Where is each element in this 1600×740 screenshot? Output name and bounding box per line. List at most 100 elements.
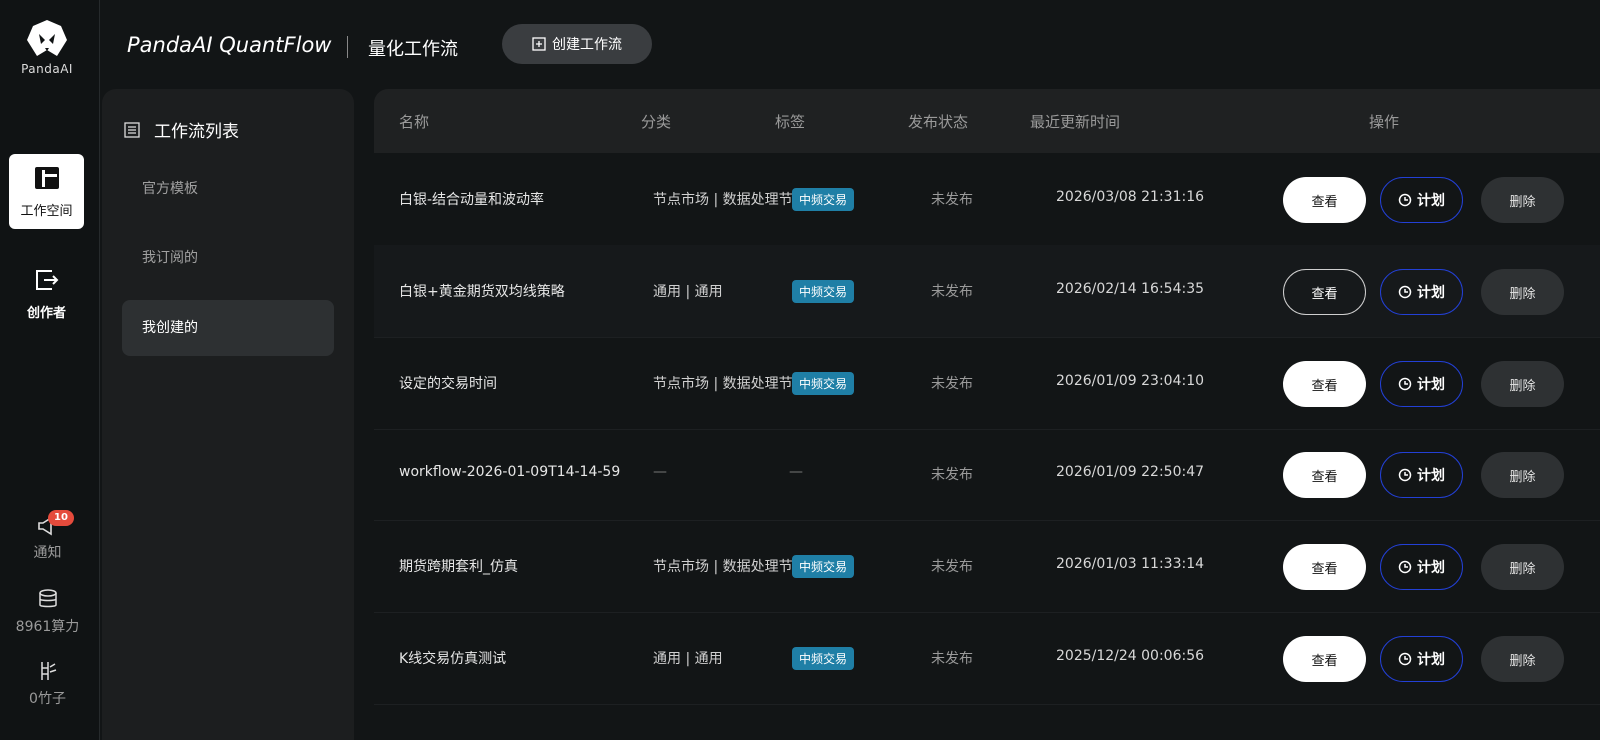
list-icon: [124, 121, 140, 138]
bamboo-balance[interactable]: 0竹子: [0, 660, 95, 708]
delete-label: 删除: [1509, 469, 1536, 485]
delete-button[interactable]: 删除: [1481, 544, 1564, 590]
layout-icon: [34, 167, 59, 189]
plan-label: 计划: [1417, 560, 1445, 576]
row-tag-badge: 中频交易: [792, 555, 855, 578]
rail-item-workspace[interactable]: 工作空间: [9, 154, 84, 229]
col-updated: 最近更新时间: [1030, 113, 1121, 131]
view-button[interactable]: 查看: [1283, 452, 1366, 498]
table-row[interactable]: 期货跨期套利_仿真 节点市场 | 数据处理节点 中频交易 未发布 2026/01/03 …: [374, 520, 1600, 613]
row-category: 节点市场 | 数据处理节点: [653, 559, 793, 575]
plus-square-icon: [532, 37, 546, 51]
clock-icon: [1398, 285, 1412, 299]
col-tag: 标签: [775, 113, 806, 131]
row-category: 节点市场 | 数据处理节点: [653, 192, 793, 208]
subnav-item-official-templates[interactable]: 官方模板: [122, 161, 334, 217]
compute-label: 8961算力: [15, 619, 80, 635]
row-tag-badge: 中频交易: [792, 372, 855, 395]
table-row[interactable]: 白银-结合动量和波动率 节点市场 | 数据处理节点 中频交易 未发布 2026/03/0…: [374, 153, 1600, 246]
delete-button[interactable]: 删除: [1481, 177, 1564, 223]
workflow-table: 名称 分类 标签 发布状态 最近更新时间 操作 白银-结合动量和波动率节点市场 …: [374, 89, 1600, 740]
plan-label: 计划: [1417, 285, 1445, 301]
delete-label: 删除: [1509, 286, 1536, 302]
row-tag-badge: 中频交易: [792, 647, 855, 670]
row-status: 未发布: [931, 284, 973, 300]
delete-button[interactable]: 删除: [1481, 452, 1564, 498]
subnav-title: 工作流列表: [124, 117, 239, 142]
rail-label-creator: 创作者: [26, 306, 66, 321]
row-name[interactable]: 白银+黄金期货双均线策略: [399, 281, 565, 301]
col-status: 发布状态: [908, 113, 969, 131]
row-updated: 2026/01/09 23:04:10: [1056, 373, 1205, 389]
notification-button[interactable]: 10 通知: [0, 510, 95, 562]
compute-balance[interactable]: 8961算力: [0, 588, 95, 636]
table-header: 名称 分类 标签 发布状态 最近更新时间 操作: [374, 89, 1600, 153]
page-title: 量化工作流: [368, 39, 458, 60]
notification-badge: 10: [48, 510, 74, 526]
header-divider: [347, 36, 348, 58]
delete-label: 删除: [1509, 653, 1536, 669]
col-category: 分类: [641, 113, 672, 131]
view-button[interactable]: 查看: [1283, 544, 1366, 590]
row-status: 未发布: [931, 467, 973, 483]
clock-icon: [1398, 560, 1412, 574]
table-row[interactable]: 设定的交易时间 节点市场 | 数据处理节点 中频交易 未发布 2026/01/09 23…: [374, 337, 1600, 430]
bamboo-label: 0竹子: [29, 691, 66, 707]
row-name[interactable]: 期货跨期套利_仿真: [399, 556, 518, 576]
plan-button[interactable]: 计划: [1380, 544, 1463, 590]
row-name[interactable]: workflow-2026-01-09T14-14-59: [399, 464, 620, 480]
left-rail: PandaAI 工作空间 创作者 10 通知 8961算力 0竹子: [0, 0, 100, 740]
delete-label: 删除: [1509, 561, 1536, 577]
row-status: 未发布: [931, 192, 973, 208]
view-label: 查看: [1311, 469, 1338, 485]
row-category: 节点市场 | 数据处理节点: [653, 376, 793, 392]
row-updated: 2026/02/14 16:54:35: [1056, 281, 1205, 297]
view-button[interactable]: 查看: [1283, 361, 1366, 407]
row-status: 未发布: [931, 559, 973, 575]
plan-button[interactable]: 计划: [1380, 452, 1463, 498]
table-row[interactable]: K线交易仿真测试 通用 | 通用 中频交易 未发布 2025/12/24 00:06:5…: [374, 612, 1600, 705]
clock-icon: [1398, 377, 1412, 391]
delete-label: 删除: [1509, 194, 1536, 210]
create-workflow-button[interactable]: 创建工作流: [502, 24, 652, 64]
delete-button[interactable]: 删除: [1481, 636, 1564, 682]
rail-item-creator[interactable]: 创作者: [9, 256, 84, 321]
logo-text: PandaAI: [21, 62, 73, 76]
bamboo-icon: [40, 662, 56, 680]
view-label: 查看: [1311, 286, 1338, 302]
row-tag: —: [789, 464, 803, 480]
plan-button[interactable]: 计划: [1380, 269, 1463, 315]
delete-label: 删除: [1509, 378, 1536, 394]
table-row[interactable]: 白银+黄金期货双均线策略 通用 | 通用 中频交易 未发布 2026/02/14 16:…: [374, 245, 1600, 338]
row-name[interactable]: 设定的交易时间: [399, 373, 497, 393]
plan-label: 计划: [1417, 652, 1445, 668]
row-updated: 2025/12/24 00:06:56: [1056, 648, 1205, 664]
table-row[interactable]: workflow-2026-01-09T14-14-59 — — 未发布 2026/01…: [374, 428, 1600, 521]
plan-label: 计划: [1417, 377, 1445, 393]
view-label: 查看: [1311, 378, 1338, 394]
row-updated: 2026/01/09 22:50:47: [1056, 464, 1205, 480]
workflow-list-nav: 工作流列表 官方模板 我订阅的 我创建的: [102, 89, 354, 740]
row-name[interactable]: 白银-结合动量和波动率: [399, 189, 544, 209]
logo[interactable]: PandaAI: [21, 18, 72, 76]
view-label: 查看: [1311, 561, 1338, 577]
subnav-item-created[interactable]: 我创建的: [122, 300, 334, 356]
view-label: 查看: [1311, 194, 1338, 210]
rail-label-workspace: 工作空间: [20, 204, 73, 219]
delete-button[interactable]: 删除: [1481, 361, 1564, 407]
subnav-item-subscribed[interactable]: 我订阅的: [122, 230, 334, 286]
row-name[interactable]: K线交易仿真测试: [399, 648, 506, 668]
view-button[interactable]: 查看: [1283, 177, 1366, 223]
plan-button[interactable]: 计划: [1380, 361, 1463, 407]
create-workflow-label: 创建工作流: [552, 37, 622, 53]
view-button[interactable]: 查看: [1283, 636, 1366, 682]
notification-label: 通知: [33, 545, 62, 561]
view-button[interactable]: 查看: [1283, 269, 1366, 315]
clock-icon: [1398, 468, 1412, 482]
delete-button[interactable]: 删除: [1481, 269, 1564, 315]
row-category: —: [653, 464, 667, 480]
plan-button[interactable]: 计划: [1380, 636, 1463, 682]
col-name: 名称: [399, 113, 430, 131]
panda-logo-icon: [27, 20, 67, 56]
plan-button[interactable]: 计划: [1380, 177, 1463, 223]
